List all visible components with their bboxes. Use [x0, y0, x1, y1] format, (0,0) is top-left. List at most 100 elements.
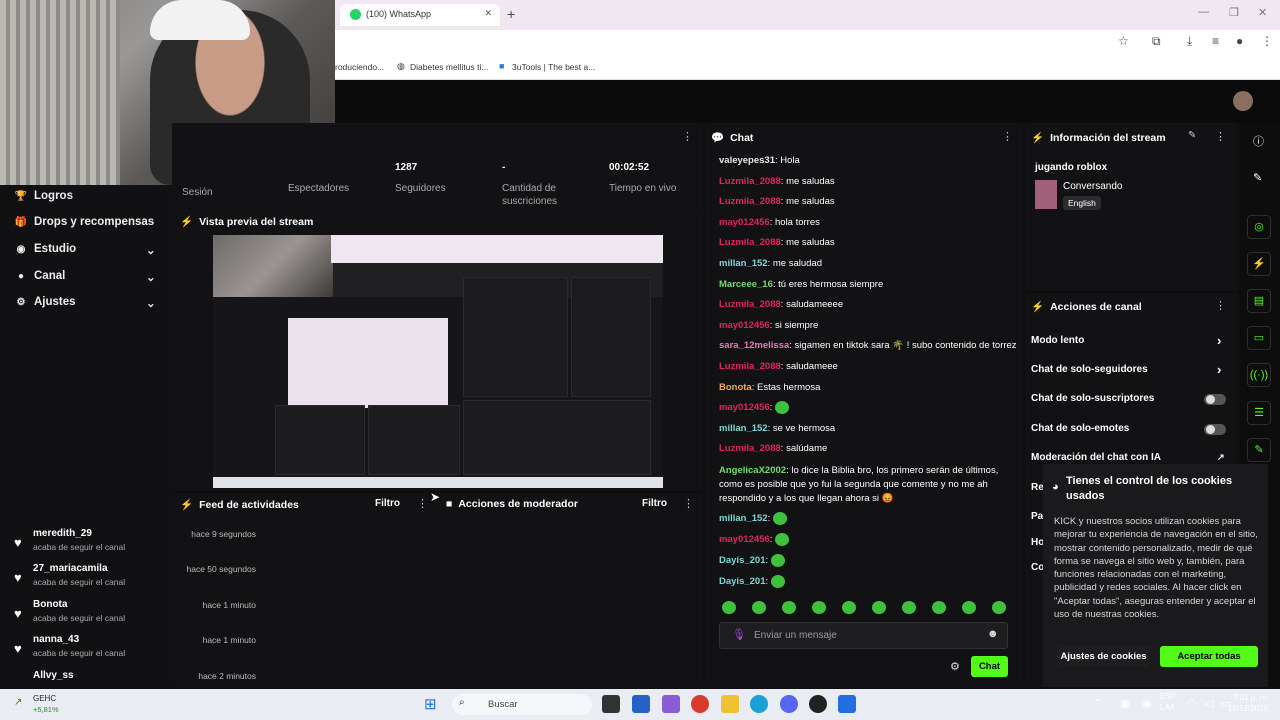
accept-cookies-button[interactable]: Aceptar todas — [1160, 646, 1258, 667]
store-icon[interactable] — [632, 695, 650, 713]
chat-message: Luzmila_2088: saludameee — [719, 361, 838, 372]
bolt-icon: ⚡ — [180, 499, 194, 511]
edit-icon[interactable]: ✎ — [1188, 130, 1196, 141]
gift-icon: 🎁 — [14, 217, 28, 228]
chat-message-input[interactable]: Enviar un mensaje — [719, 622, 1008, 649]
clipboard-icon[interactable]: ▤ — [1247, 289, 1271, 313]
star-icon[interactable]: ☆ — [1118, 34, 1129, 48]
language-code[interactable]: ESP — [1160, 692, 1176, 701]
chat-menu-icon[interactable]: ⋮ — [1002, 130, 1013, 143]
stat-subscriptions: - Cantidad de suscriciones — [502, 162, 558, 207]
microphone-icon[interactable]: 🎙 — [732, 628, 746, 641]
chat-message: AngelicaX2002: lo dice la Biblia bro, lo… — [719, 465, 999, 504]
sidebar-item-estudio[interactable]: ◉ Estudio ⌄ — [14, 243, 174, 257]
moderator-filter-button[interactable]: Filtro — [642, 498, 667, 509]
sidebar-item-canal[interactable]: ● Canal ⌄ — [14, 270, 174, 284]
tray-chevron-icon[interactable]: ⌃ — [1093, 697, 1102, 710]
sidebar-item-ajustes[interactable]: ⚙ Ajustes ⌄ — [14, 296, 174, 310]
edge-icon[interactable] — [750, 695, 768, 713]
chat-message: Dayis_201: — [719, 575, 1019, 589]
menu-icon[interactable]: ⋮ — [1261, 34, 1273, 48]
message-icon[interactable]: ▭ — [1247, 326, 1271, 350]
minimize-icon[interactable]: — — [1198, 6, 1209, 18]
emotes-only-toggle[interactable] — [1204, 424, 1226, 435]
actions-menu-icon[interactable]: ⋮ — [1215, 299, 1226, 312]
download-icon[interactable]: ⤓ — [1187, 34, 1192, 49]
chat-message: millan_152: me saludad — [719, 258, 822, 269]
clock-time[interactable]: 7:01 p. m. — [1233, 693, 1269, 702]
heart-icon: ♥ — [14, 535, 22, 550]
bookmark-item[interactable]: Diabetes mellitus ti... — [410, 62, 488, 72]
wifi-icon[interactable]: ◠ — [1187, 697, 1197, 710]
bookmark-item[interactable]: 3uTools | The best a... — [512, 62, 595, 72]
mouse-cursor: ➤ — [430, 490, 441, 504]
sidebar-item-logros[interactable]: 🏆 Logros — [14, 190, 174, 202]
list-item: ♥ nanna_43 acaba de seguir el canal hace 1 … — [14, 634, 256, 658]
app-icon[interactable] — [838, 695, 856, 713]
tray-icon[interactable]: ▣ — [1120, 697, 1130, 710]
chevron-down-icon: ⌄ — [146, 272, 156, 284]
reading-list-icon[interactable]: ≡ — [1212, 34, 1219, 48]
taskbar-search[interactable]: Buscar — [452, 694, 592, 715]
stat-followers: 1287 Seguidores — [395, 162, 446, 194]
chat-message: Luzmila_2088: saludameeee — [719, 299, 844, 311]
discord-icon[interactable] — [780, 695, 798, 713]
stat-viewers: Espectadores — [288, 183, 350, 194]
chat-settings-icon[interactable]: ⚙ — [950, 660, 960, 673]
feed-filter-button[interactable]: Filtro — [375, 498, 400, 509]
address-bar[interactable] — [335, 30, 1280, 55]
cookie-settings-button[interactable]: Ajustes de cookies — [1057, 646, 1150, 667]
wrench-icon[interactable]: ✎ — [1247, 438, 1271, 462]
subscribers-only-toggle[interactable] — [1204, 394, 1226, 405]
chat-header: 💬 Chat — [711, 132, 754, 144]
close-tab-icon[interactable]: ✕ — [484, 8, 492, 19]
pencil-icon[interactable]: ✎ — [1253, 171, 1262, 184]
chat-message: Bonota: Estas hermosa — [719, 381, 821, 393]
stream-preview[interactable] — [213, 235, 663, 488]
info-circle-icon[interactable]: ⓘ — [1253, 133, 1264, 149]
moderator-header: ■ Acciones de moderador — [446, 498, 578, 510]
new-tab-button[interactable]: + — [507, 6, 515, 22]
preview-feed — [275, 405, 365, 475]
lightning-icon[interactable]: ⚡ — [1247, 252, 1271, 276]
copilot-icon[interactable] — [662, 695, 680, 713]
camera-icon[interactable]: ◎ — [1247, 215, 1271, 239]
volume-icon[interactable]: ◁ — [1205, 697, 1213, 710]
obs-icon[interactable] — [809, 695, 827, 713]
external-link-icon: ↗ — [1217, 452, 1225, 462]
cookie-title: Tienes el control de los cookies usados — [1066, 475, 1233, 502]
followers-only-row[interactable]: Chat de solo-seguidores › — [1031, 362, 1231, 377]
extensions-icon[interactable]: ⧉ — [1152, 34, 1161, 49]
browser-tab[interactable]: (100) WhatsApp ✕ — [340, 4, 500, 26]
windows-start-icon[interactable]: ⊞ — [424, 695, 437, 713]
task-view-icon[interactable] — [602, 695, 620, 713]
channel-actions-header: ⚡ Acciones de canal — [1031, 301, 1142, 313]
folder-icon[interactable] — [721, 695, 739, 713]
user-avatar[interactable] — [1233, 91, 1253, 111]
chrome-icon[interactable] — [691, 695, 709, 713]
layers-icon[interactable]: ☰ — [1247, 401, 1271, 425]
feed-menu-icon[interactable]: ⋮ — [417, 497, 428, 510]
maximize-icon[interactable]: ❐ — [1229, 6, 1239, 19]
slow-mode-row[interactable]: Modo lento › — [1031, 333, 1231, 348]
preview-cookie — [463, 400, 651, 475]
close-window-icon[interactable]: ✕ — [1258, 6, 1267, 19]
signal-icon[interactable]: ((·)) — [1247, 363, 1271, 387]
emoji-icon[interactable]: ☻ — [987, 628, 999, 640]
ai-moderation-row[interactable]: Moderación del chat con IA ↗ — [1031, 452, 1231, 463]
sidebar-item-drops[interactable]: 🎁 Drops y recompensas — [14, 216, 174, 228]
bookmark-item[interactable]: roduciendo... — [335, 62, 384, 72]
tray-icon[interactable]: ◉ — [1142, 697, 1152, 710]
emote-bar[interactable] — [722, 601, 1022, 619]
widget-title[interactable]: GEHC — [33, 694, 56, 703]
chevron-down-icon: ⌄ — [146, 298, 156, 310]
moderator-menu-icon[interactable]: ⋮ — [683, 497, 694, 510]
cookie-body: KICK y nuestros socios utilizan cookies … — [1054, 516, 1258, 621]
feed-header: ⚡ Feed de actividades — [180, 499, 299, 511]
broadcast-icon: ◉ — [16, 244, 26, 255]
stats-menu-icon[interactable]: ⋮ — [682, 130, 693, 143]
stream-info-header: ⚡ Información del stream — [1031, 132, 1166, 144]
chat-send-button[interactable]: Chat — [971, 656, 1008, 677]
info-menu-icon[interactable]: ⋮ — [1215, 130, 1226, 143]
profile-icon[interactable]: ● — [1236, 34, 1243, 48]
